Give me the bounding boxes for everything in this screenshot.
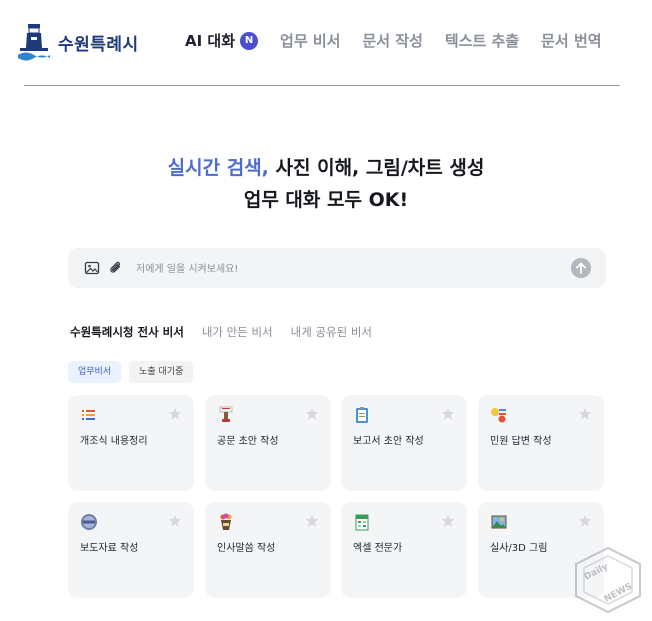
- nav-work-assistant[interactable]: 업무 비서: [280, 30, 340, 51]
- stamp-icon: [219, 406, 233, 422]
- favorite-star-icon[interactable]: [305, 514, 319, 528]
- svg-text:Daily: Daily: [583, 562, 610, 583]
- nav-ai-chat-label: AI 대화: [185, 32, 236, 50]
- picture-icon: [491, 515, 507, 529]
- hero-accent-text: 실시간 검색,: [167, 157, 269, 179]
- favorite-star-icon[interactable]: [441, 407, 455, 421]
- favorite-star-icon[interactable]: [578, 407, 592, 421]
- favorite-star-icon[interactable]: [168, 407, 182, 421]
- favorite-star-icon[interactable]: [578, 514, 592, 528]
- assistant-card[interactable]: 개조식 내용정리: [68, 395, 194, 491]
- prompt-box: [68, 248, 606, 288]
- hero-line-1-text: 사진 이해, 그림/차트 생성: [268, 157, 485, 179]
- assistant-card[interactable]: 보고서 초안 작성: [341, 395, 467, 491]
- bouquet-icon: [220, 513, 232, 530]
- chip-pending-exposure[interactable]: 노출 대기중: [129, 361, 194, 383]
- nav-ai-chat[interactable]: AI 대화 N: [185, 30, 259, 51]
- card-title: 개조식 내용정리: [80, 436, 148, 447]
- hero-line-1: 실시간 검색, 사진 이해, 그림/차트 생성: [0, 152, 652, 184]
- hero-line-2: 업무 대화 모두 OK!: [243, 189, 409, 211]
- card-title: 실사/3D 그림: [490, 543, 548, 554]
- header-divider: [24, 85, 620, 86]
- logo-text: 수원특례시: [58, 34, 139, 55]
- nav-text-extraction[interactable]: 텍스트 추출: [445, 30, 519, 51]
- news-icon: [81, 514, 97, 530]
- favorite-star-icon[interactable]: [441, 514, 455, 528]
- card-title: 민원 답변 작성: [490, 436, 552, 447]
- card-title: 보고서 초안 작성: [353, 436, 424, 447]
- main-nav: AI 대화 N 업무 비서 문서 작성 텍스트 추출 문서 번역: [185, 30, 624, 51]
- assistant-card[interactable]: 보도자료 작성: [68, 502, 194, 598]
- nav-document-writing[interactable]: 문서 작성: [362, 30, 422, 51]
- assistant-card[interactable]: 인사말씀 작성: [205, 502, 331, 598]
- list-icon: [82, 410, 95, 420]
- chip-work-assistant[interactable]: 업무비서: [68, 361, 122, 383]
- favorite-star-icon[interactable]: [168, 514, 182, 528]
- message-icon: [491, 408, 506, 423]
- tab-shared-with-me[interactable]: 내게 공유된 비서: [291, 324, 372, 340]
- header: 수원특례시 AI 대화 N 업무 비서 문서 작성 텍스트 추출 문서 번역: [0, 0, 652, 86]
- filter-chips: 업무비서 노출 대기중: [68, 361, 194, 383]
- paperclip-icon[interactable]: [108, 260, 124, 276]
- clipboard-icon: [356, 407, 368, 423]
- spreadsheet-icon: [355, 514, 369, 531]
- card-title: 엑셀 전문가: [353, 543, 403, 554]
- hero-headline: 실시간 검색, 사진 이해, 그림/차트 생성 업무 대화 모두 OK!: [0, 152, 652, 216]
- new-badge: N: [240, 31, 259, 50]
- image-upload-icon[interactable]: [84, 260, 100, 276]
- card-title: 보도자료 작성: [80, 543, 139, 554]
- card-title: 공문 초안 작성: [217, 436, 279, 447]
- assistant-card[interactable]: 엑셀 전문가: [341, 502, 467, 598]
- assistant-card[interactable]: 민원 답변 작성: [478, 395, 604, 491]
- lighthouse-logo-icon: [18, 24, 50, 61]
- nav-document-translation[interactable]: 문서 번역: [541, 30, 601, 51]
- card-title: 인사말씀 작성: [217, 543, 276, 554]
- assistant-tabs: 수원특례시청 전사 비서 내가 만든 비서 내게 공유된 비서: [70, 324, 390, 340]
- favorite-star-icon[interactable]: [305, 407, 319, 421]
- send-arrow-icon[interactable]: [571, 258, 591, 278]
- daily-news-watermark-logo: Daily NEWS: [575, 546, 641, 614]
- tab-suwon-all-assistants[interactable]: 수원특례시청 전사 비서: [70, 324, 184, 340]
- tab-my-assistants[interactable]: 내가 만든 비서: [202, 324, 273, 340]
- assistant-card[interactable]: 공문 초안 작성: [205, 395, 331, 491]
- prompt-input[interactable]: [134, 258, 558, 280]
- logo[interactable]: 수원특례시: [18, 22, 139, 62]
